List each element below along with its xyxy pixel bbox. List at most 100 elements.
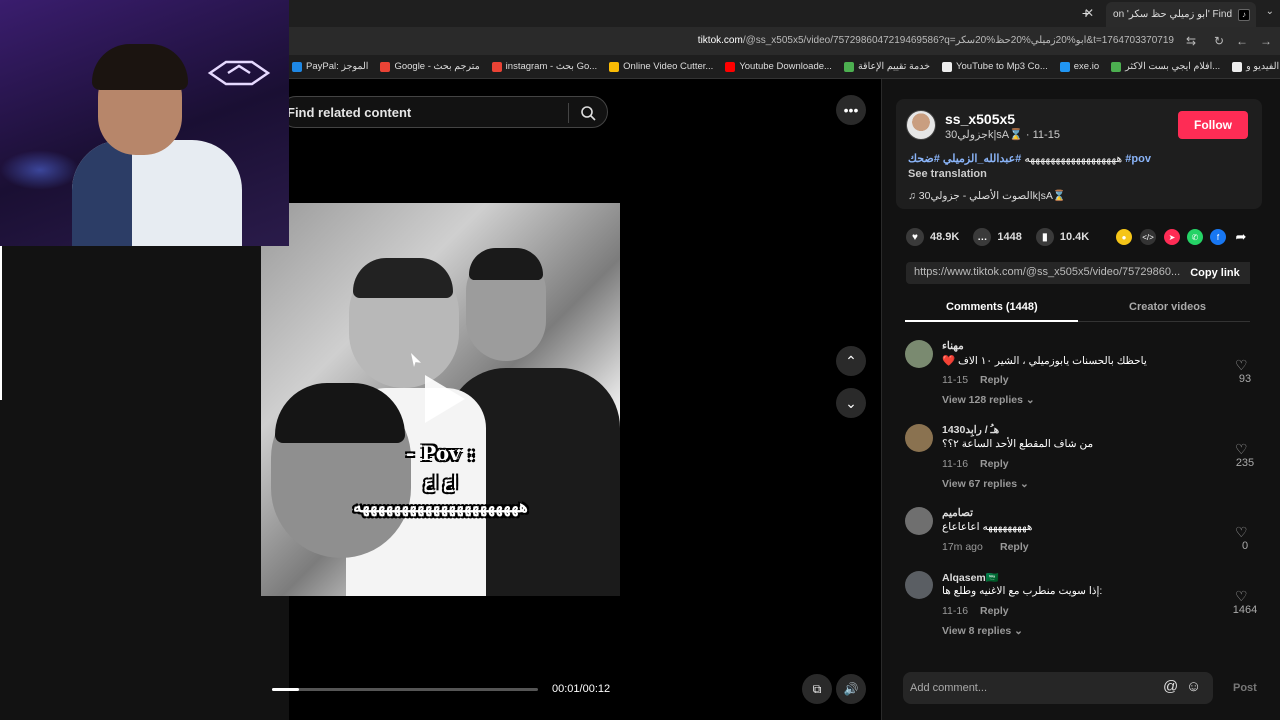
author-username[interactable]: ss_x505x5 [945, 111, 1015, 127]
more-options-button[interactable]: ••• [836, 95, 866, 125]
commenter-avatar[interactable] [905, 424, 933, 452]
volume-button[interactable]: 🔊 [836, 674, 866, 704]
bookmark-item[interactable]: Youtube Downloade... [725, 61, 832, 72]
bookmark-favicon-icon [942, 61, 953, 72]
view-replies-button[interactable]: View 8 replies ⌄ [942, 625, 1023, 637]
play-icon[interactable] [425, 375, 465, 423]
commenter-avatar[interactable] [905, 340, 933, 368]
follow-button[interactable]: Follow [1178, 111, 1248, 139]
bookmark-label: افلام ايجي بست الاكثر... [1125, 61, 1221, 72]
bookmark-label: خدمة تقييم الإعاقة [857, 61, 931, 72]
webcam-edge [0, 246, 2, 400]
back-icon[interactable]: ← [1236, 34, 1248, 48]
forward-icon[interactable]: → [1260, 34, 1272, 48]
reply-button[interactable]: Reply [980, 458, 1009, 470]
video-caption-2: اع اع [423, 473, 458, 492]
active-tab-indicator [905, 320, 1078, 322]
view-replies-button[interactable]: View 67 replies ⌄ [942, 478, 1029, 490]
commenter-name[interactable]: مهناء [942, 340, 964, 352]
comment-date: 17m ago [942, 541, 983, 553]
comment-heart-icon[interactable]: ♡ [1235, 524, 1248, 541]
music-link[interactable]: ♫ الصوت الأصلي - جزولي30k|sA⌛ [908, 189, 1066, 202]
bookmark-item[interactable]: YouTube to Mp3 Co... [942, 61, 1048, 72]
url-domain: tiktok.com [697, 35, 743, 46]
facebook-icon[interactable]: f [1210, 229, 1226, 245]
previous-video-button[interactable]: ⌃ [836, 346, 866, 376]
bookmark-favicon-icon [380, 61, 391, 72]
video-progress-fill [272, 688, 299, 691]
add-comment-input[interactable]: Add comment... [910, 682, 987, 694]
bookmark-item[interactable]: instagram - بحث Go... [491, 61, 597, 72]
tab-creator-videos[interactable]: Creator videos [1129, 301, 1206, 313]
hashtag[interactable]: #ضحك [908, 153, 940, 165]
coin-icon[interactable]: ● [1116, 229, 1132, 245]
bookmark-item[interactable]: exe.io [1059, 61, 1099, 72]
comment-date: 11-15 [942, 374, 969, 386]
reply-button[interactable]: Reply [1000, 541, 1029, 553]
bookmark-item[interactable]: PayPal: الموجز [292, 61, 368, 72]
hashtag[interactable]: #pov [1125, 153, 1151, 165]
bookmark-icon[interactable]: ▮ [1035, 228, 1054, 246]
bookmark-favicon-icon [1232, 61, 1243, 72]
bookmark-label: Google - مترجم بحث [394, 61, 480, 72]
search-divider [568, 103, 569, 123]
bookmark-item[interactable]: Google - مترجم بحث [380, 61, 480, 72]
post-button[interactable]: Post [1233, 682, 1257, 694]
site-settings-icon[interactable]: ⇆ [1186, 34, 1196, 48]
browser-tab[interactable]: ♪ Find 'ابو زميلي حظ سكر' on ✕ [1084, 2, 1256, 27]
share-arrow-icon[interactable]: ➦ [1233, 229, 1249, 245]
send-icon[interactable]: ➤ [1164, 229, 1180, 245]
webcam-light [0, 150, 80, 190]
commenter-name[interactable]: تصاميم [942, 507, 973, 519]
close-tab-icon[interactable]: ✕ [1084, 6, 1094, 20]
bookmark-favicon-icon [725, 61, 736, 72]
search-icon[interactable] [580, 105, 596, 121]
comment-heart-icon[interactable]: ♡ [1235, 441, 1248, 458]
video-player[interactable]: - Pov : اع اع هههههههههههههههههههههه [261, 203, 620, 596]
bookmark-favicon-icon [843, 61, 854, 72]
mention-icon[interactable]: @ [1163, 678, 1178, 695]
bookmark-label: Online Video Cutter... [623, 61, 714, 72]
bookmark-item[interactable]: افلام ايجي بست الاكثر... [1111, 61, 1220, 72]
author-avatar[interactable] [906, 110, 936, 140]
search-input[interactable]: Find related content [287, 105, 411, 120]
bookmark-item[interactable]: Online Video Cutter... [609, 61, 713, 72]
comment-like-count: 235 [1235, 457, 1255, 469]
copy-link-button[interactable]: Copy link [1180, 262, 1250, 284]
next-video-button[interactable]: ⌄ [836, 388, 866, 418]
reload-icon[interactable]: ↻ [1214, 34, 1224, 48]
commenter-avatar[interactable] [905, 571, 933, 599]
emoji-icon[interactable]: ☺ [1186, 678, 1201, 695]
search-bar[interactable]: Find related content [280, 96, 608, 128]
bookmark-label: Youtube Downloade... [739, 61, 832, 72]
embed-icon[interactable]: </> [1140, 229, 1156, 245]
save-count: 10.4K [1059, 231, 1090, 243]
video-progress-bar[interactable] [272, 688, 538, 691]
action-bar: ♥ 48.9K … 1448 ▮ 10.4K [906, 228, 1089, 246]
commenter-name[interactable]: هـُ / رابِد1430 [942, 424, 999, 436]
comment-heart-icon[interactable]: ♡ [1235, 357, 1248, 374]
tab-menu-chevron-icon[interactable]: ⌄ [1266, 6, 1274, 17]
see-translation-link[interactable]: See translation [908, 168, 987, 180]
url-text[interactable]: tiktok.com/@ss_x505x5/video/757298604721… [698, 35, 1174, 46]
comment-count: 1448 [997, 231, 1022, 243]
commenter-name[interactable]: Alqasem🇸🇦 [942, 571, 999, 584]
view-replies-button[interactable]: View 128 replies ⌄ [942, 394, 1035, 406]
reply-button[interactable]: Reply [980, 605, 1009, 617]
tab-comments[interactable]: Comments (1448) [946, 301, 1038, 313]
hashtag[interactable]: #عبدالله_الزميلي [943, 153, 1021, 165]
bookmark-favicon-icon [292, 61, 302, 72]
webcam-overlay [0, 0, 289, 246]
commenter-avatar[interactable] [905, 507, 933, 535]
bookmark-favicon-icon [609, 61, 620, 72]
tiktok-favicon-icon: ♪ [1238, 8, 1250, 21]
whatsapp-icon[interactable]: ✆ [1187, 229, 1203, 245]
comment-icon[interactable]: … [973, 228, 992, 246]
comment-text: ❤️ ياحظك بالحسنات يابوزميلي ، الشير ١٠ ا… [942, 355, 1147, 367]
bookmark-item[interactable]: تحويل ملفات الفيديو و... [1232, 61, 1280, 72]
reply-button[interactable]: Reply [980, 374, 1009, 386]
comment-heart-icon[interactable]: ♡ [1235, 588, 1248, 605]
bookmark-item[interactable]: خدمة تقييم الإعاقة [843, 61, 931, 72]
picture-in-picture-button[interactable]: ⧉ [802, 674, 832, 704]
heart-icon[interactable]: ♥ [906, 228, 924, 246]
